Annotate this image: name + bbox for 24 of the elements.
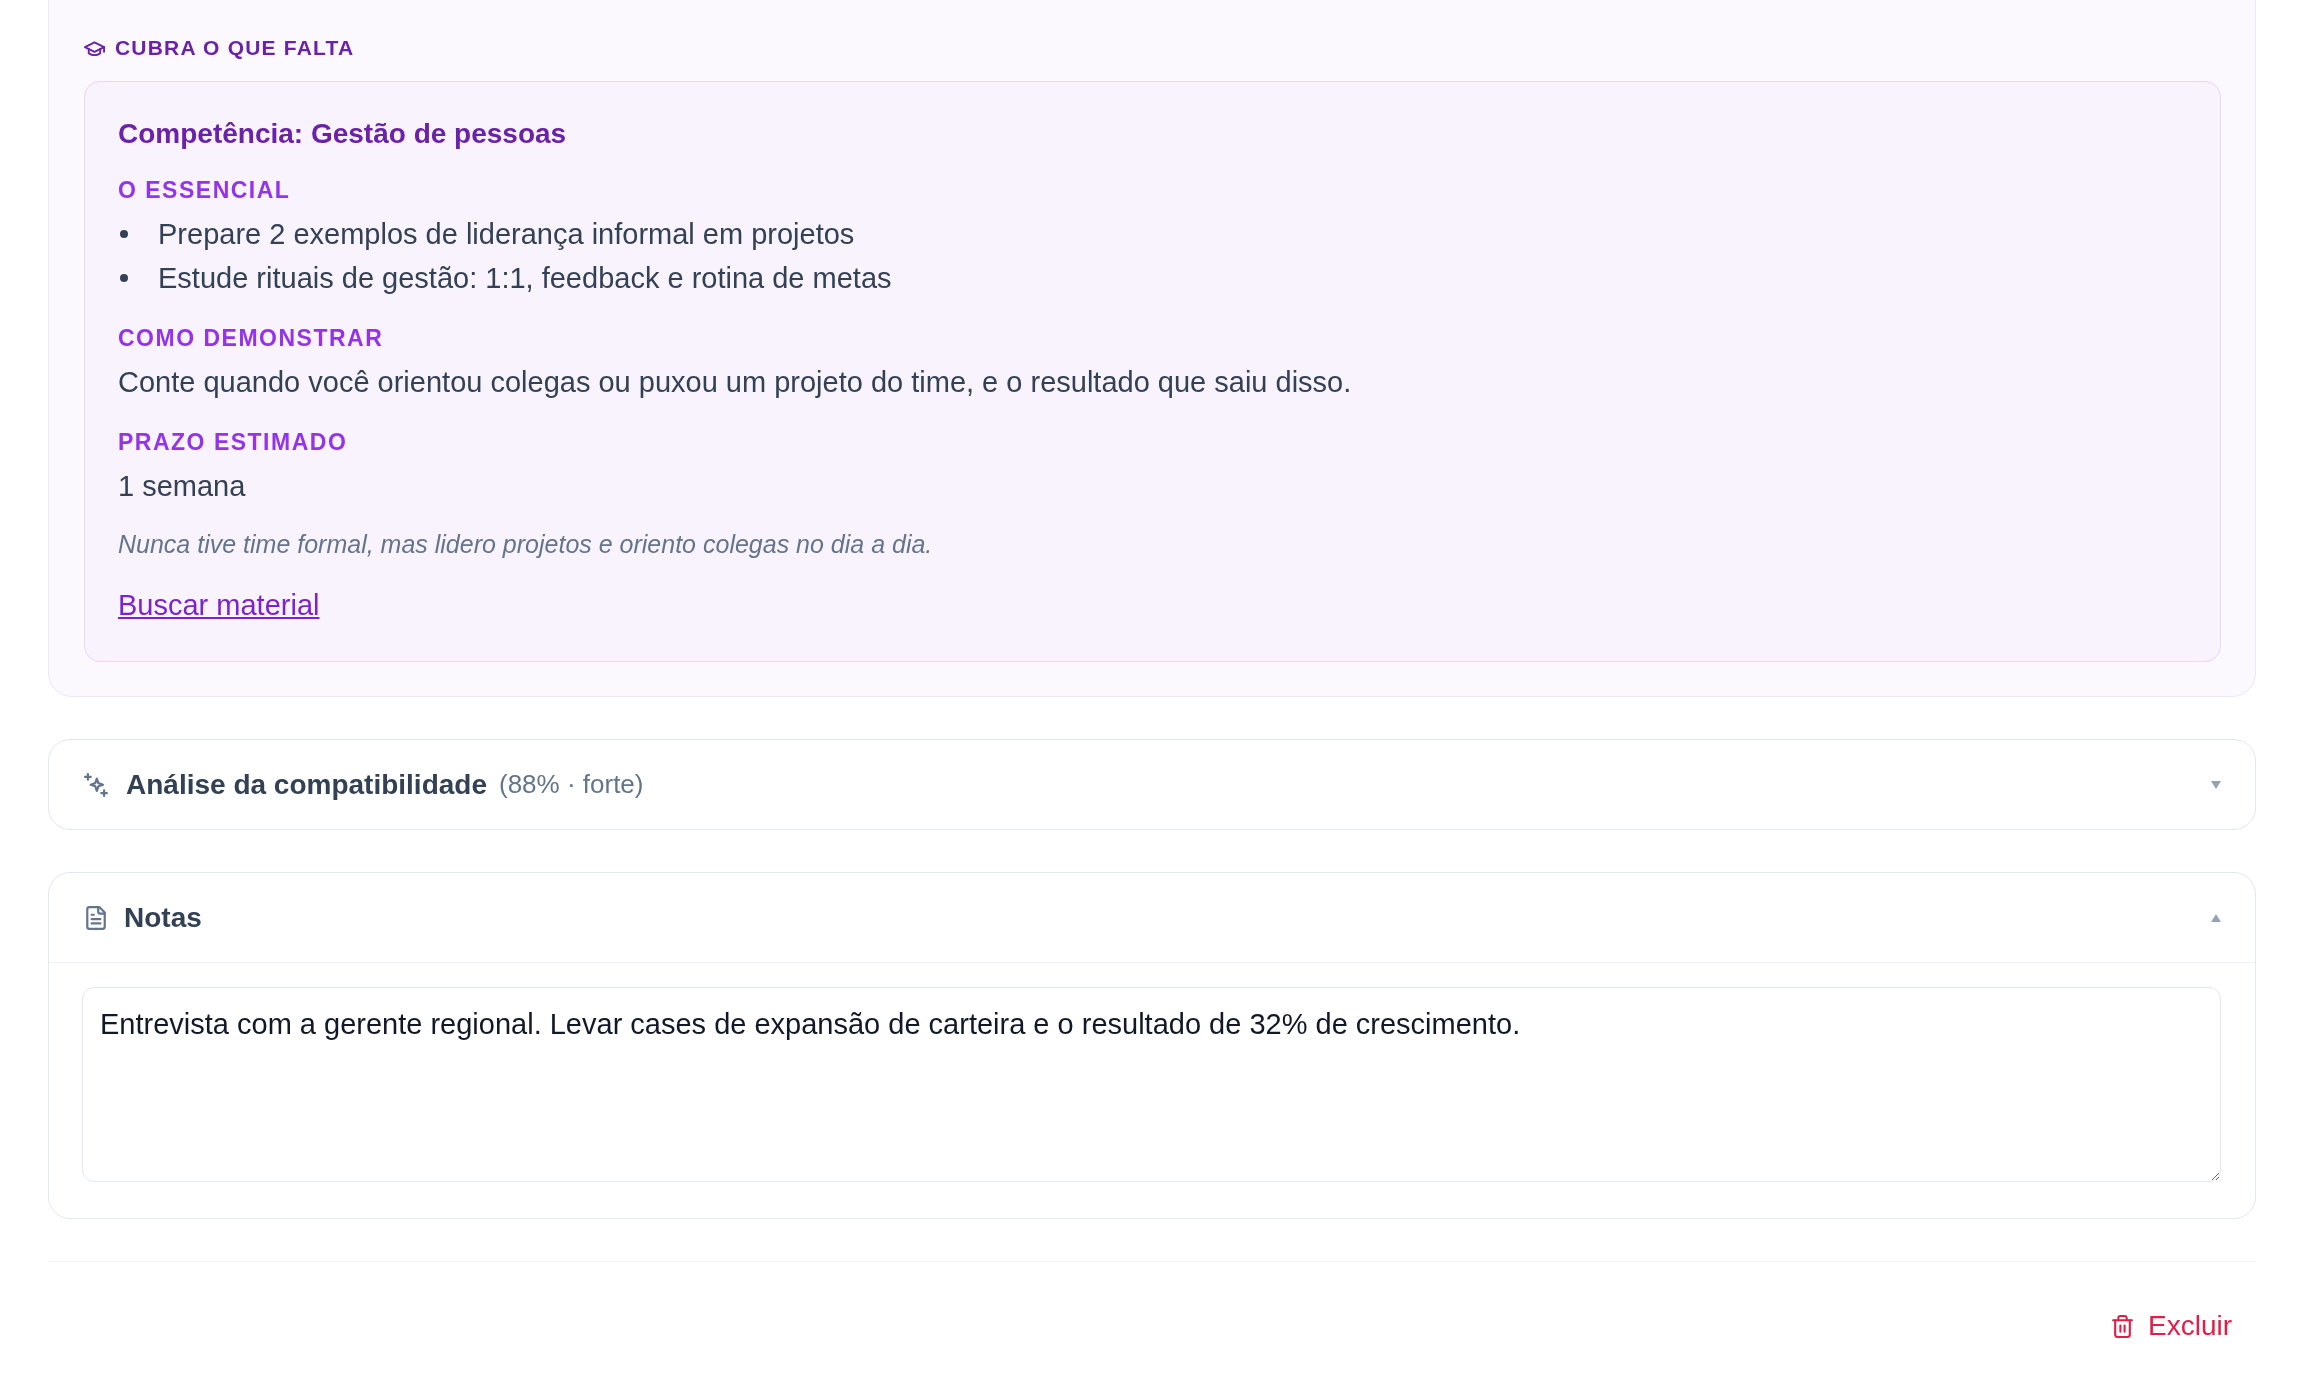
field-value: 1 semana — [118, 469, 247, 504]
section-title: Notas — [124, 901, 202, 934]
trash-icon — [2112, 1314, 2133, 1338]
bullet-icon — [120, 230, 128, 238]
graduation-cap-icon — [84, 40, 105, 56]
note-text: Nunca tive time formal, mas lidero projetos e oriento colegas no dia a dia. — [118, 529, 934, 560]
section-heading: CUBRA O QUE FALTA — [115, 35, 355, 61]
bullet-icon — [120, 274, 128, 282]
caret-icon[interactable] — [2211, 913, 2221, 922]
section-summary: (88% · forte) — [499, 769, 644, 800]
field-label: PRAZO ESTIMADO — [118, 428, 349, 456]
field-value: Conte quando você orientou colegas ou puxou um projeto do time, e o resultado que saiu disso. — [118, 365, 1353, 400]
sparkles-icon — [84, 772, 108, 797]
competency-title: Competência: Gestão de pessoas — [118, 117, 568, 151]
caret-icon[interactable] — [2211, 780, 2221, 789]
notes-field[interactable]: Entrevista com a gerente regional. Levar cases de expansão de carteira e o resultado de 32% de crescimento. — [82, 987, 2221, 1182]
section-title: Análise da compatibilidade — [126, 768, 487, 801]
field-label: COMO DEMONSTRAR — [118, 324, 385, 352]
list-item-text: Estude rituais de gestão: 1:1, feedback e rotina de metas — [158, 261, 892, 296]
field-label: O ESSENCIAL — [118, 176, 292, 204]
document-icon — [86, 905, 106, 930]
delete-button[interactable]: Excluir — [2100, 1302, 2244, 1350]
material-link[interactable]: Buscar material — [118, 589, 320, 621]
list-item-text: Prepare 2 exemplos de liderança informal em projetos — [158, 217, 855, 252]
